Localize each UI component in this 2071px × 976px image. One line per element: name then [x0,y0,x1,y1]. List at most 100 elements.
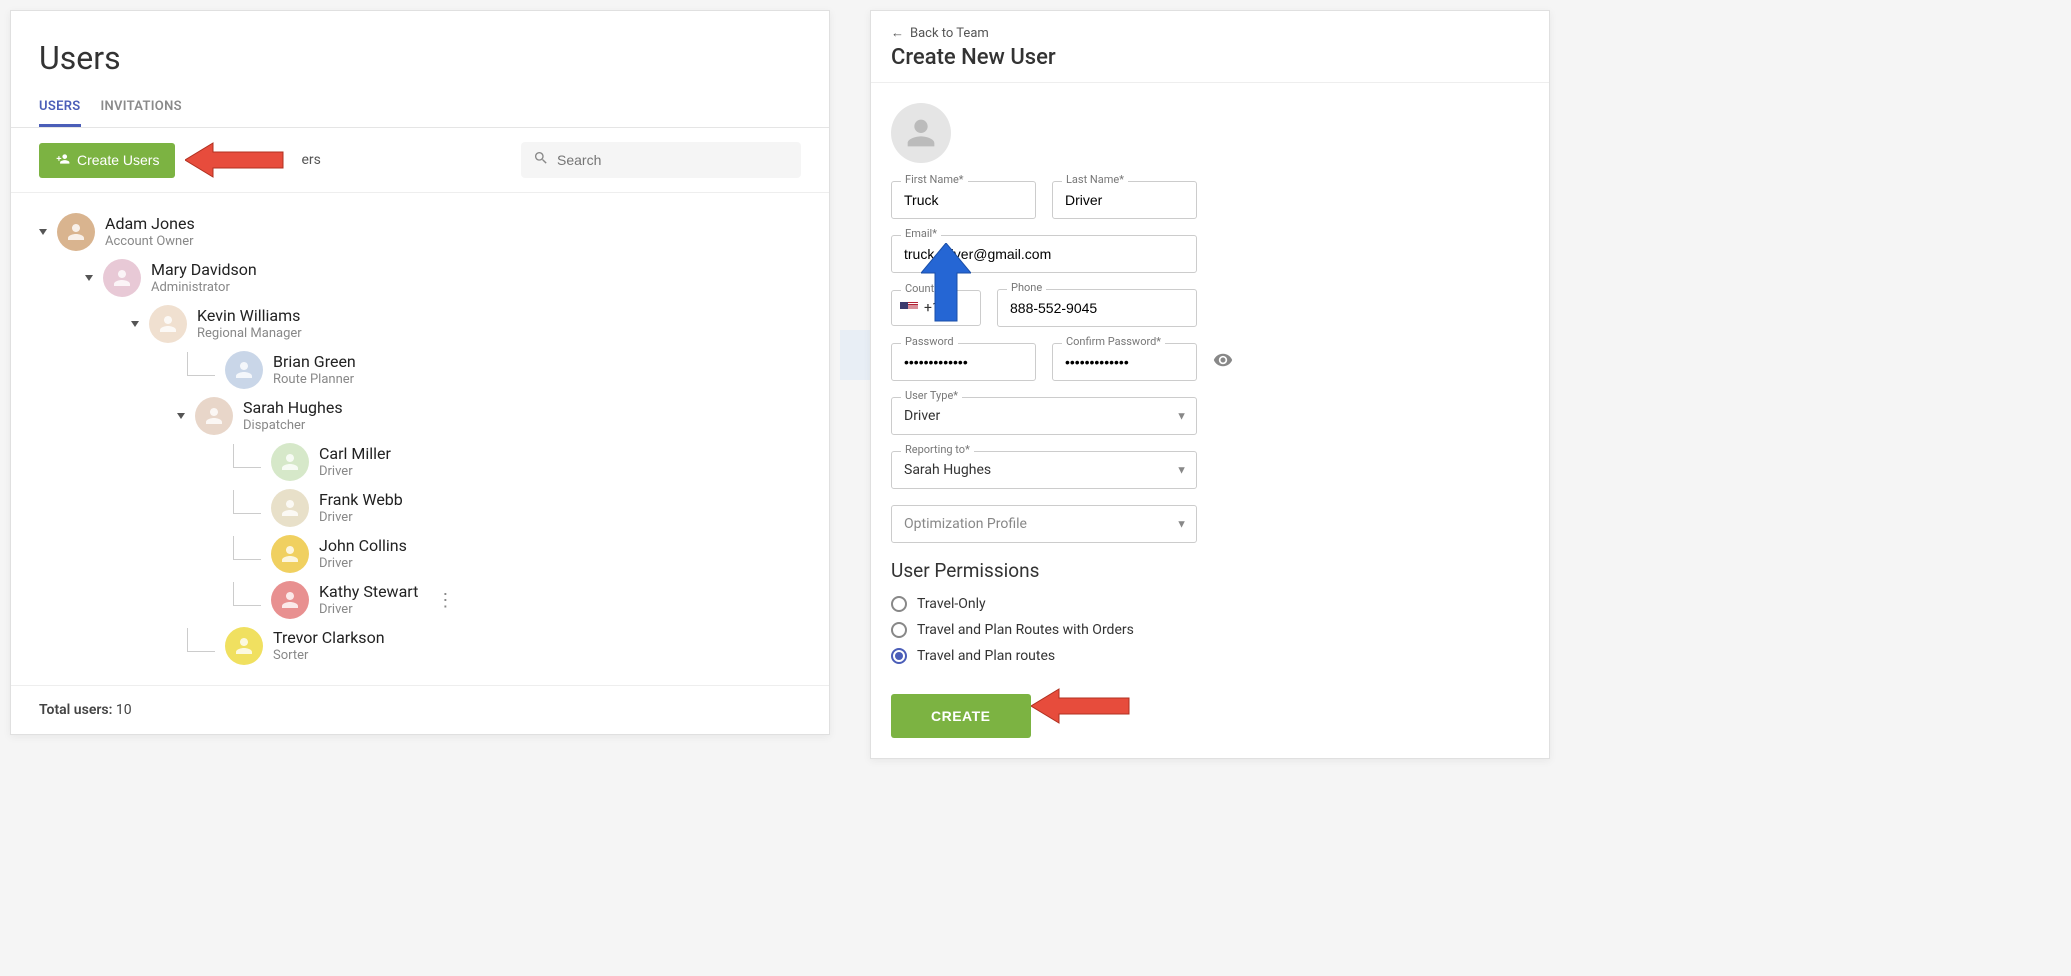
callout-arrow-create-submit [1031,686,1131,726]
more-vert-icon[interactable]: ⋮ [436,590,452,611]
us-flag-icon [900,302,918,314]
tree-node[interactable]: Sarah HughesDispatcher [177,393,801,439]
tree-node[interactable]: Brian GreenRoute Planner [177,347,801,393]
tree-node[interactable]: John CollinsDriver [223,531,801,577]
tree-node[interactable]: Mary DavidsonAdministrator [85,255,801,301]
confirm-password-field: Confirm Password* [1052,343,1197,381]
tree-node[interactable]: Trevor ClarksonSorter [177,623,801,669]
arrow-left-icon: ← [891,25,904,41]
phone-field: Phone [997,289,1197,327]
caret-icon[interactable] [85,275,93,281]
caret-icon[interactable] [131,321,139,327]
tree-connector [187,628,215,652]
user-type-select[interactable]: Driver [891,397,1197,435]
tree-connector [233,490,261,514]
avatar [57,213,95,251]
avatar [225,627,263,665]
phone-label: Phone [1007,281,1046,294]
back-link[interactable]: ← Back to Team [871,11,1549,45]
node-name: Trevor Clarkson [273,628,385,648]
confirm-password-input[interactable] [1052,343,1197,381]
users-panel: Users USERS INVITATIONS Create Users ers [10,10,830,735]
node-name: John Collins [319,536,407,556]
user-type-label: User Type* [901,389,962,402]
search-box[interactable] [521,142,801,178]
permission-option[interactable]: Travel and Plan routes [891,648,1529,664]
node-name: Sarah Hughes [243,398,343,418]
node-role: Account Owner [105,234,195,250]
reporting-label: Reporting to* [901,443,974,456]
create-users-button[interactable]: Create Users [39,143,175,178]
first-name-field: First Name* [891,181,1036,219]
node-role: Driver [319,464,391,480]
tree-connector [233,444,261,468]
search-input[interactable] [557,152,789,168]
node-role: Regional Manager [197,326,302,342]
tabs: USERS INVITATIONS [11,89,829,128]
reporting-field: Reporting to* Sarah Hughes ▼ [891,451,1197,489]
opt-profile-select[interactable]: Optimization Profile [891,505,1197,543]
node-name: Carl Miller [319,444,391,464]
create-user-form: First Name* Last Name* Email* Country [871,83,1549,758]
avatar [271,581,309,619]
tree-node[interactable]: Kathy StewartDriver ⋮ [223,577,801,623]
footer: Total users: 10 [11,685,829,734]
password-label: Password [901,335,958,348]
tree-node[interactable]: Kevin WilliamsRegional Manager [131,301,801,347]
avatar [195,397,233,435]
opt-profile-field: Optimization Profile ▼ [891,505,1197,543]
tab-invitations[interactable]: INVITATIONS [101,89,182,127]
add-user-icon [55,152,71,169]
avatar [271,443,309,481]
node-role: Administrator [151,280,257,296]
node-name: Kevin Williams [197,306,302,326]
tree-node[interactable]: Frank WebbDriver [223,485,801,531]
node-name: Brian Green [273,352,356,372]
caret-icon[interactable] [177,413,185,419]
footer-label: Total users: [39,702,112,718]
email-label: Email* [901,227,941,240]
node-role: Driver [319,602,418,618]
create-user-title: Create New User [871,45,1549,83]
user-tree: Adam JonesAccount OwnerMary DavidsonAdmi… [11,193,829,685]
tree-connector [233,536,261,560]
radio-icon [891,648,907,664]
tree-connector [187,352,215,376]
avatar [103,259,141,297]
reporting-select[interactable]: Sarah Hughes [891,451,1197,489]
node-name: Mary Davidson [151,260,257,280]
avatar [149,305,187,343]
password-field: Password [891,343,1036,381]
tab-users[interactable]: USERS [39,89,81,127]
create-user-panel: ← Back to Team Create New User First Nam… [870,10,1550,759]
eye-icon[interactable] [1213,350,1233,374]
permission-label: Travel and Plan Routes with Orders [917,622,1134,638]
back-label: Back to Team [910,26,989,41]
permission-label: Travel-Only [917,596,986,612]
avatar-placeholder[interactable] [891,103,951,163]
permission-label: Travel and Plan routes [917,648,1055,664]
node-name: Adam Jones [105,214,195,234]
tree-node[interactable]: Carl MillerDriver [223,439,801,485]
permission-option[interactable]: Travel-Only [891,596,1529,612]
password-input[interactable] [891,343,1036,381]
phone-input[interactable] [997,289,1197,327]
radio-icon [891,622,907,638]
page-title: Users [39,39,801,77]
tree-connector [233,582,261,606]
create-button[interactable]: CREATE [891,694,1031,738]
avatar [225,351,263,389]
permission-option[interactable]: Travel and Plan Routes with Orders [891,622,1529,638]
last-name-input[interactable] [1052,181,1197,219]
permissions-title: User Permissions [891,559,1529,582]
first-name-input[interactable] [891,181,1036,219]
node-name: Kathy Stewart [319,582,418,602]
node-role: Route Planner [273,372,356,388]
permissions-group: Travel-Only Travel and Plan Routes with O… [891,596,1529,664]
avatar [271,489,309,527]
user-type-field: User Type* Driver ▼ [891,397,1197,435]
node-role: Driver [319,510,403,526]
footer-count: 10 [116,702,132,718]
tree-node[interactable]: Adam JonesAccount Owner [39,209,801,255]
caret-icon[interactable] [39,229,47,235]
